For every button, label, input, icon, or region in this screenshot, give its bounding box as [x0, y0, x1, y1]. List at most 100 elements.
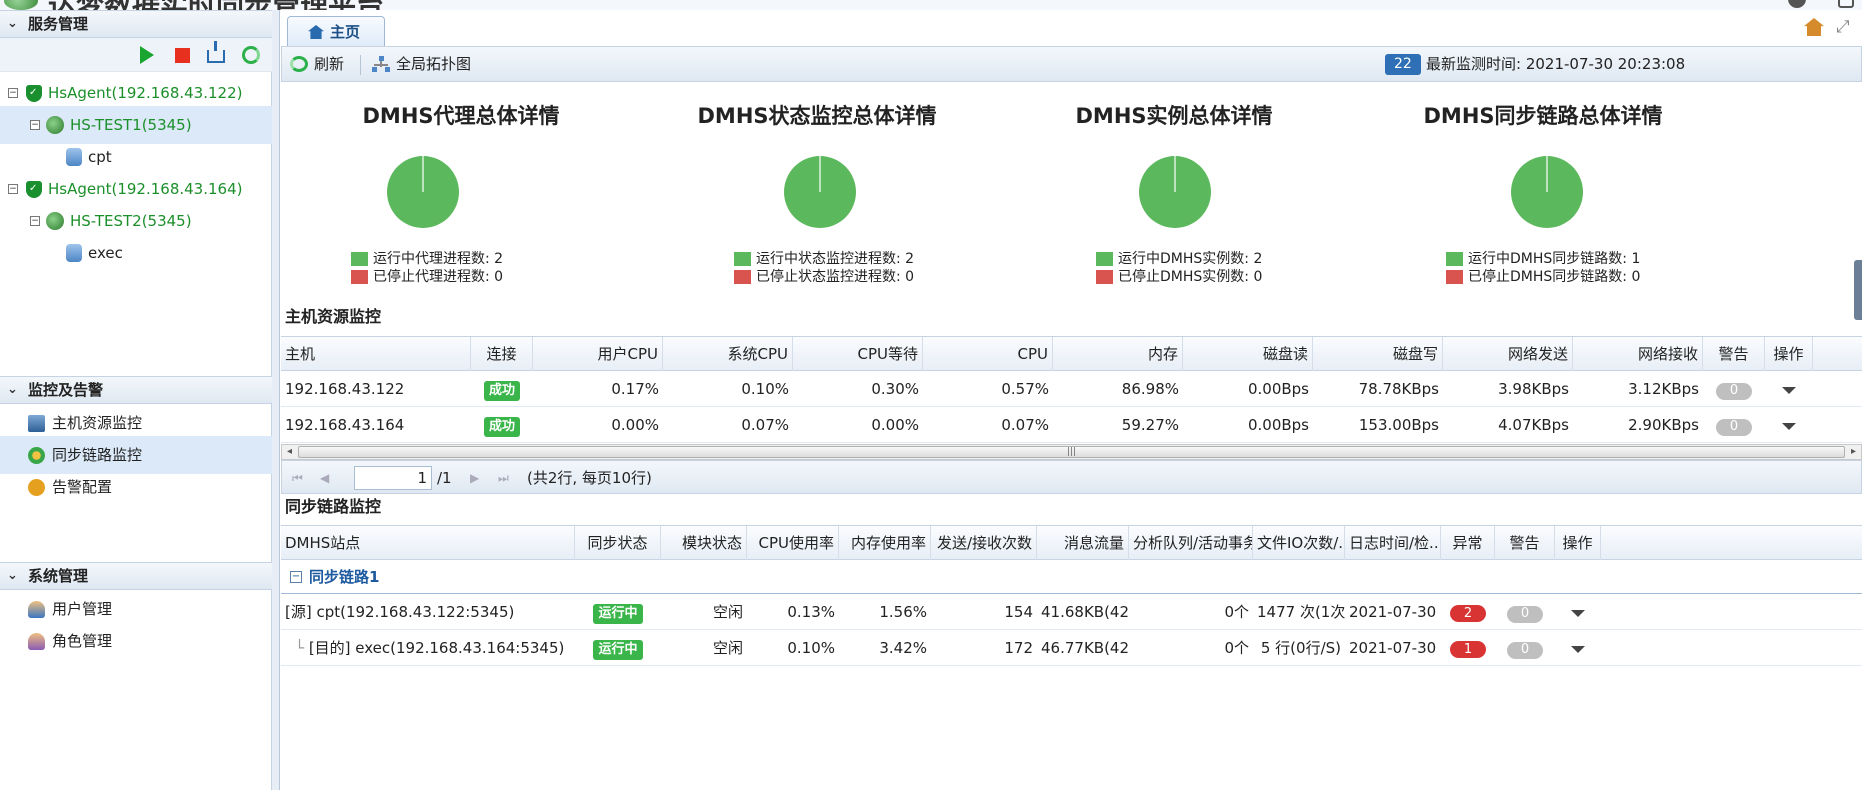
collapse-icon[interactable]: − [8, 88, 18, 98]
warning-count-badge[interactable]: 0 [1716, 383, 1752, 400]
fullscreen-icon[interactable]: ⤢ [1836, 18, 1854, 36]
start-icon[interactable] [140, 46, 154, 64]
pie-chart-sync-links [1511, 156, 1583, 228]
column-header[interactable]: 同步状态 [575, 526, 661, 560]
collapse-icon[interactable]: − [30, 216, 40, 226]
column-header[interactable]: 用户CPU [533, 337, 663, 371]
column-header[interactable]: 系统CPU [663, 337, 793, 371]
system-panel-header[interactable]: ⌄ 系统管理 [0, 562, 272, 590]
column-header[interactable]: 磁盘读 [1183, 337, 1313, 371]
warning-count-badge[interactable]: 0 [1716, 419, 1752, 436]
database-icon [66, 244, 82, 262]
column-header[interactable]: CPU等待 [793, 337, 923, 371]
cell-action [1765, 407, 1813, 443]
topology-icon [372, 56, 390, 72]
collapse-icon[interactable]: − [30, 120, 40, 130]
summary-section: DMHS代理总体详情 运行中代理进程数: 2 已停止代理进程数: 0 DMHS状… [281, 100, 1862, 285]
error-count-badge[interactable]: 2 [1450, 605, 1486, 622]
tree-node-db-2[interactable]: exec [0, 234, 272, 272]
topology-button[interactable]: 全局拓扑图 [370, 47, 471, 81]
export-icon[interactable] [207, 41, 225, 63]
database-icon [66, 148, 82, 166]
warning-count-badge[interactable]: 0 [1507, 606, 1543, 623]
nav-item-alarm-config[interactable]: 告警配置 [0, 468, 272, 506]
column-header[interactable]: 消息流量 [1037, 526, 1129, 560]
column-header[interactable]: 主机 [281, 337, 471, 371]
column-header[interactable]: 操作 [1555, 526, 1601, 560]
table-row[interactable]: 192.168.43.164 成功 0.00% 0.07% 0.00% 0.07… [281, 407, 1862, 443]
legend-swatch-green [1096, 252, 1113, 266]
legend-swatch-green [1446, 252, 1463, 266]
alarm-gear-icon [28, 479, 45, 496]
collapse-icon[interactable]: − [290, 571, 302, 583]
column-header[interactable]: 磁盘写 [1313, 337, 1443, 371]
last-page-icon[interactable]: ⏭ [498, 471, 514, 485]
column-header[interactable]: 警告 [1703, 337, 1765, 371]
column-header[interactable]: 发送/接收次数 [931, 526, 1037, 560]
service-panel-header[interactable]: ⌄ 服务管理 [0, 10, 272, 38]
sync-group-row[interactable]: − 同步链路1 [281, 560, 1862, 594]
page-number-input[interactable]: 1 [354, 466, 432, 490]
dropdown-arrow-icon[interactable] [1571, 646, 1585, 653]
column-header[interactable]: 内存 [1053, 337, 1183, 371]
exit-icon[interactable] [1838, 0, 1854, 8]
column-header[interactable]: 日志时间/检... [1345, 526, 1441, 560]
prev-page-icon[interactable]: ◀ [320, 471, 336, 485]
column-header[interactable]: 异常 [1441, 526, 1495, 560]
error-count-badge[interactable]: 1 [1450, 641, 1486, 658]
cell-mem: 1.56% [879, 603, 927, 621]
column-header[interactable]: 模块状态 [661, 526, 747, 560]
scroll-right-icon[interactable]: ▸ [1846, 445, 1861, 459]
main-content: 主页 ⤢ 刷新 全局拓扑图 22 最新监测时间: 2021-07-30 20:2… [281, 10, 1862, 790]
home-icon[interactable] [1804, 18, 1824, 36]
tab-home[interactable]: 主页 [287, 16, 385, 49]
user-icon[interactable] [1788, 0, 1806, 8]
collapse-icon[interactable]: − [8, 184, 18, 194]
column-header[interactable]: 内存使用率 [839, 526, 931, 560]
table-row[interactable]: [源] cpt(192.168.43.122:5345) 运行中 空闲 0.13… [281, 594, 1862, 630]
pie-chart-instances [1139, 156, 1211, 228]
column-header[interactable]: 警告 [1495, 526, 1555, 560]
side-collapse-handle[interactable] [1854, 260, 1862, 320]
column-header[interactable]: CPU使用率 [747, 526, 839, 560]
cell-traffic: 41.68KB(42.... [1041, 603, 1129, 621]
column-header[interactable]: 连接 [471, 337, 533, 371]
column-header[interactable]: 网络发送 [1443, 337, 1573, 371]
next-page-icon[interactable]: ▶ [470, 471, 486, 485]
host-monitor-grid: 主机 连接 用户CPU 系统CPU CPU等待 CPU 内存 磁盘读 磁盘写 网… [281, 336, 1862, 443]
column-header[interactable]: 网络接收 [1573, 337, 1703, 371]
stop-icon[interactable] [175, 48, 190, 63]
first-page-icon[interactable]: ⏮ [292, 471, 308, 485]
cell-warn: 0 [1703, 407, 1765, 443]
table-row[interactable]: └ [目的] exec(192.168.43.164:5345) 运行中 空闲 … [281, 630, 1862, 666]
legend-label: 运行中DMHS实例数: 2 [1118, 251, 1263, 267]
dropdown-arrow-icon[interactable] [1782, 423, 1796, 430]
nav-item-role-mgmt[interactable]: 角色管理 [0, 622, 272, 660]
sidebar-splitter[interactable] [272, 10, 280, 790]
horizontal-scrollbar[interactable]: ◂ ||| ▸ [281, 444, 1862, 460]
last-monitor-time: 最新监测时间: 2021-07-30 20:23:08 [1426, 55, 1686, 73]
cell-count: 154 [1004, 603, 1033, 621]
cell-queue: 0个 [1224, 639, 1249, 657]
column-header[interactable]: CPU [923, 337, 1053, 371]
scroll-left-icon[interactable]: ◂ [282, 445, 297, 459]
legend-label: 运行中代理进程数: 2 [373, 251, 504, 267]
dropdown-arrow-icon[interactable] [1571, 610, 1585, 617]
monitor-panel-header[interactable]: ⌄ 监控及告警 [0, 376, 272, 404]
refresh-button[interactable]: 刷新 [288, 47, 344, 81]
summary-title: DMHS代理总体详情 [362, 104, 560, 128]
scroll-thumb[interactable]: ||| [298, 446, 1845, 458]
cell-net-recv: 3.12KBps [1628, 380, 1699, 398]
refresh-icon[interactable] [242, 46, 260, 64]
dropdown-arrow-icon[interactable] [1782, 387, 1796, 394]
cell-cpu: 0.07% [1001, 416, 1049, 434]
cell-user-cpu: 0.17% [611, 380, 659, 398]
column-header[interactable]: 分析队列/活动事务 [1129, 526, 1253, 560]
cell-logtime: 2021-07-30 ... [1349, 639, 1441, 657]
column-header[interactable]: 操作 [1765, 337, 1813, 371]
cell-status: 运行中 [575, 630, 661, 666]
column-header[interactable]: 文件IO次数/... [1253, 526, 1345, 560]
column-header[interactable]: DMHS站点 [281, 526, 575, 560]
table-row[interactable]: 192.168.43.122 成功 0.17% 0.10% 0.30% 0.57… [281, 371, 1862, 407]
warning-count-badge[interactable]: 0 [1507, 642, 1543, 659]
